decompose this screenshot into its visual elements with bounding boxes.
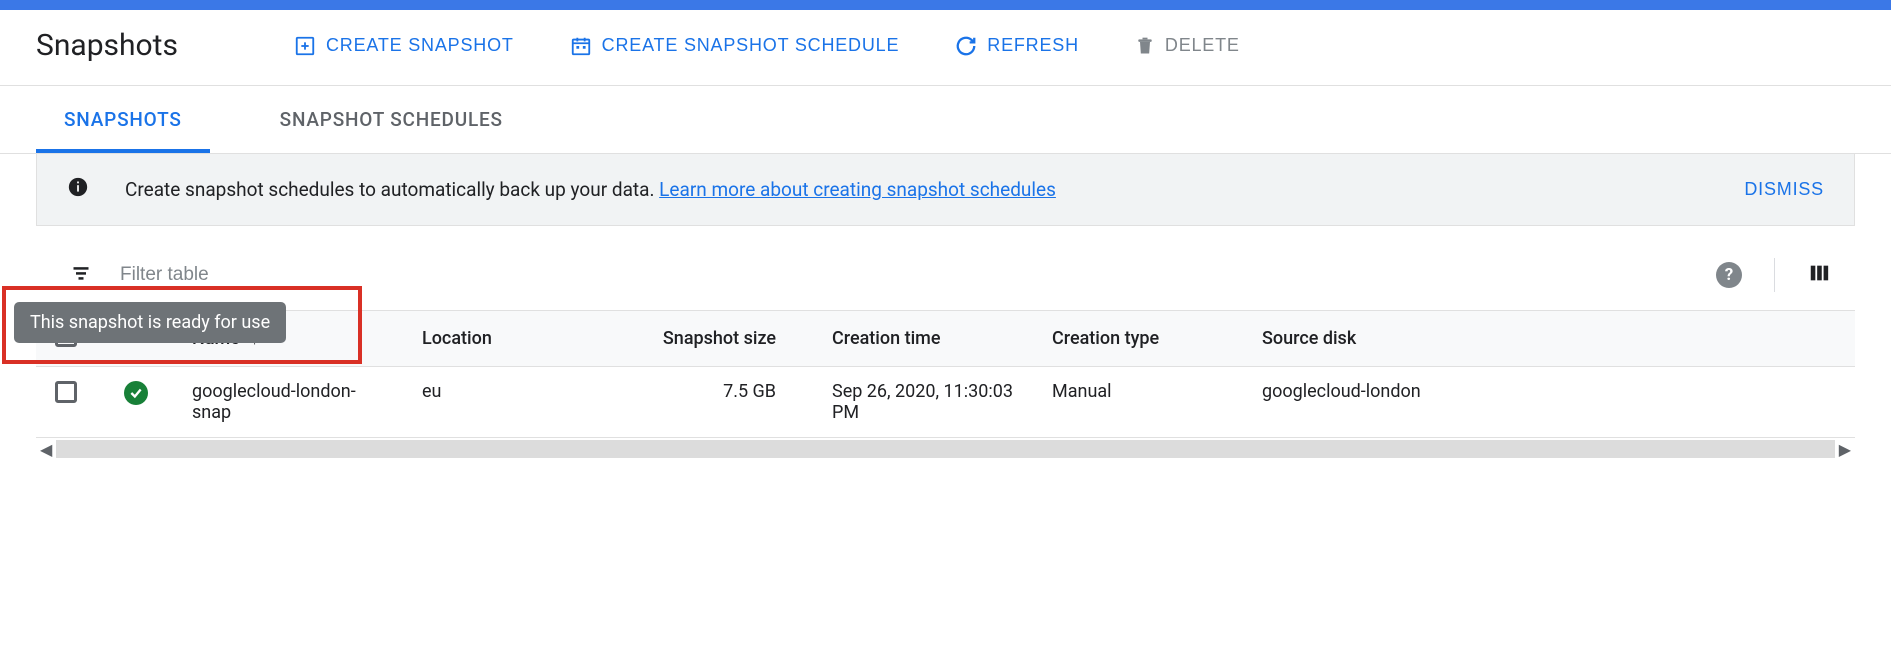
- info-message: Create snapshot schedules to automatical…: [125, 178, 1744, 201]
- dismiss-button[interactable]: DISMISS: [1744, 179, 1824, 200]
- cell-source: googlecloud-london: [1246, 367, 1855, 438]
- top-accent-bar: [0, 0, 1891, 10]
- add-box-icon: [294, 35, 316, 57]
- tab-snapshots[interactable]: SNAPSHOTS: [36, 86, 210, 153]
- table-header-row: Name ↑ Location Snapshot size Creation t…: [36, 311, 1855, 367]
- divider: [1774, 258, 1775, 292]
- refresh-icon: [955, 35, 977, 57]
- col-ctime[interactable]: Creation time: [816, 311, 1036, 367]
- col-ctype[interactable]: Creation type: [1036, 311, 1246, 367]
- info-icon: [67, 176, 89, 203]
- col-location[interactable]: Location: [406, 311, 636, 367]
- table-row[interactable]: googlecloud-london-snap eu 7.5 GB Sep 26…: [36, 367, 1855, 438]
- create-snapshot-button[interactable]: CREATE SNAPSHOT: [294, 31, 514, 61]
- filter-input[interactable]: [120, 264, 1716, 286]
- filter-row: ?: [0, 226, 1891, 310]
- refresh-button[interactable]: REFRESH: [955, 31, 1079, 61]
- page-header: Snapshots CREATE SNAPSHOT CREATE SNAPSHO…: [0, 10, 1891, 86]
- tabs: SNAPSHOTS SNAPSHOT SCHEDULES: [0, 86, 1891, 154]
- create-schedule-label: CREATE SNAPSHOT SCHEDULE: [602, 35, 900, 56]
- cell-ctime: Sep 26, 2020, 11:30:03 PM: [816, 367, 1036, 438]
- cell-ctype: Manual: [1036, 367, 1246, 438]
- filter-list-icon[interactable]: [70, 263, 92, 288]
- delete-label: DELETE: [1165, 35, 1240, 56]
- scroll-track[interactable]: [56, 440, 1834, 458]
- cell-location: eu: [406, 367, 636, 438]
- check-circle-icon: [124, 381, 148, 405]
- cell-name: googlecloud-london-snap: [176, 367, 406, 438]
- row-checkbox[interactable]: [55, 381, 77, 403]
- scroll-right-icon[interactable]: ▶: [1835, 440, 1855, 459]
- col-source[interactable]: Source disk: [1246, 311, 1855, 367]
- info-text: Create snapshot schedules to automatical…: [125, 178, 659, 201]
- cell-size: 7.5 GB: [636, 367, 816, 438]
- trash-icon: [1135, 35, 1155, 57]
- delete-button[interactable]: DELETE: [1135, 31, 1240, 61]
- page-title: Snapshots: [36, 28, 178, 63]
- info-banner: Create snapshot schedules to automatical…: [36, 154, 1855, 226]
- calendar-icon: [570, 35, 592, 57]
- scroll-left-icon[interactable]: ◀: [36, 440, 56, 459]
- refresh-label: REFRESH: [987, 35, 1079, 56]
- status-tooltip: This snapshot is ready for use: [14, 302, 286, 343]
- table-wrap: This snapshot is ready for use Name ↑ Lo…: [36, 310, 1855, 438]
- create-snapshot-label: CREATE SNAPSHOT: [326, 35, 514, 56]
- snapshots-table: Name ↑ Location Snapshot size Creation t…: [36, 310, 1855, 438]
- columns-icon[interactable]: [1807, 262, 1831, 289]
- info-link[interactable]: Learn more about creating snapshot sched…: [659, 178, 1056, 201]
- horizontal-scrollbar[interactable]: ◀ ▶: [36, 438, 1855, 460]
- tab-schedules[interactable]: SNAPSHOT SCHEDULES: [252, 86, 531, 153]
- create-schedule-button[interactable]: CREATE SNAPSHOT SCHEDULE: [570, 31, 900, 61]
- help-icon[interactable]: ?: [1716, 262, 1742, 288]
- col-size[interactable]: Snapshot size: [636, 311, 816, 367]
